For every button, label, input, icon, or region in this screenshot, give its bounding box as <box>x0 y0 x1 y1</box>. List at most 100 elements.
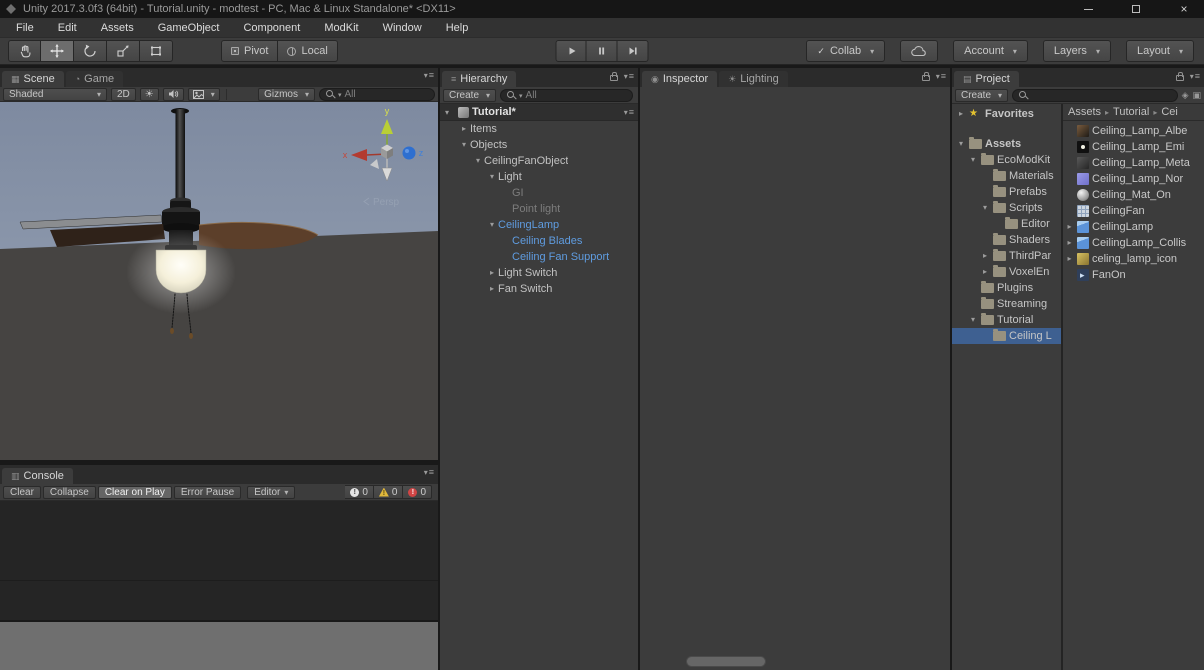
panel-menu-icon[interactable] <box>1190 72 1200 81</box>
menu-item[interactable]: Edit <box>46 18 89 37</box>
tab[interactable]: Scene <box>2 71 64 87</box>
tab[interactable]: Console <box>2 468 73 484</box>
rotate-tool-button[interactable] <box>74 40 107 62</box>
foldout-icon[interactable] <box>486 221 498 229</box>
foldout-icon[interactable] <box>980 268 990 276</box>
hierarchy-search-field[interactable]: All <box>500 89 633 102</box>
lock-icon[interactable] <box>922 75 930 81</box>
hierarchy-item[interactable]: Ceiling Blades <box>440 233 638 249</box>
console-count-badge[interactable]: 0 <box>374 485 404 499</box>
project-folder-row[interactable]: EcoModKit <box>952 152 1061 168</box>
step-button[interactable] <box>618 40 649 62</box>
account-button[interactable]: Account <box>953 40 1028 62</box>
maximize-button[interactable] <box>1130 3 1142 15</box>
project-file-row[interactable]: Ceiling_Mat_On <box>1063 187 1204 203</box>
foldout-icon[interactable] <box>956 110 966 118</box>
project-folder-row[interactable]: Scripts <box>952 200 1061 216</box>
play-button[interactable] <box>556 40 587 62</box>
menu-item[interactable]: Component <box>231 18 312 37</box>
hierarchy-item[interactable]: Light <box>440 169 638 185</box>
console-button[interactable]: Collapse <box>43 486 96 499</box>
shading-mode-dropdown[interactable]: Shaded <box>3 88 107 101</box>
breadcrumb-item[interactable]: Assets <box>1068 106 1101 118</box>
gizmos-dropdown[interactable]: Gizmos <box>258 88 315 101</box>
cloud-button[interactable] <box>900 40 938 62</box>
tab[interactable]: Game <box>66 71 123 87</box>
project-file-row[interactable]: Ceiling_Lamp_Emi <box>1063 139 1204 155</box>
foldout-icon[interactable] <box>445 108 455 117</box>
scene-audio-toggle-button[interactable] <box>163 88 184 101</box>
editor-log-dropdown[interactable]: Editor <box>247 486 295 499</box>
hierarchy-item[interactable]: GI <box>440 185 638 201</box>
foldout-icon[interactable] <box>458 141 470 149</box>
move-tool-button[interactable] <box>41 40 74 62</box>
hierarchy-item[interactable]: Light Switch <box>440 265 638 281</box>
pause-button[interactable] <box>587 40 618 62</box>
hierarchy-item[interactable]: Point light <box>440 201 638 217</box>
project-folder-row[interactable]: Materials <box>952 168 1061 184</box>
console-count-badge[interactable]: 0 <box>345 485 374 499</box>
hierarchy-item[interactable]: Fan Switch <box>440 281 638 297</box>
project-folder-row[interactable]: Tutorial <box>952 312 1061 328</box>
console-button[interactable]: Clear <box>3 486 41 499</box>
tab[interactable]: Project <box>954 71 1019 87</box>
foldout-icon[interactable] <box>956 140 966 148</box>
local-toggle-button[interactable]: Local <box>278 40 337 62</box>
tab[interactable]: Lighting <box>719 71 788 87</box>
console-count-badge[interactable]: 0 <box>403 485 432 499</box>
menu-item[interactable]: ModKit <box>312 18 370 37</box>
hierarchy-item[interactable]: CeilingFanObject <box>440 153 638 169</box>
hierarchy-item[interactable]: CeilingLamp <box>440 217 638 233</box>
pivot-toggle-button[interactable]: Pivot <box>221 40 278 62</box>
foldout-icon[interactable] <box>472 157 484 165</box>
hierarchy-item[interactable]: Objects <box>440 137 638 153</box>
search-by-label-icon[interactable]: ▣ <box>1192 91 1201 100</box>
console-splitter[interactable] <box>0 580 438 581</box>
project-file-row[interactable]: CeilingLamp_Collis <box>1063 235 1204 251</box>
foldout-icon[interactable] <box>980 204 990 212</box>
project-file-row[interactable]: Ceiling_Lamp_Meta <box>1063 155 1204 171</box>
project-file-row[interactable]: FanOn <box>1063 267 1204 283</box>
project-file-row[interactable]: CeilingLamp <box>1063 219 1204 235</box>
project-file-row[interactable]: CeilingFan <box>1063 203 1204 219</box>
rect-tool-button[interactable] <box>140 40 173 62</box>
layers-button[interactable]: Layers <box>1043 40 1111 62</box>
project-folder-row[interactable]: Favorites <box>952 106 1061 122</box>
foldout-icon[interactable] <box>968 316 978 324</box>
foldout-icon[interactable] <box>1065 239 1074 247</box>
panel-menu-icon[interactable] <box>424 468 434 477</box>
panel-menu-icon[interactable] <box>424 71 434 80</box>
scale-tool-button[interactable] <box>107 40 140 62</box>
foldout-icon[interactable] <box>486 269 498 277</box>
panel-menu-icon[interactable] <box>624 72 634 81</box>
scene-search-field[interactable]: All <box>319 88 435 101</box>
project-folder-row[interactable]: Prefabs <box>952 184 1061 200</box>
layout-button[interactable]: Layout <box>1126 40 1194 62</box>
2d-toggle-button[interactable]: 2D <box>111 88 136 101</box>
project-file-row[interactable]: Ceiling_Lamp_Albe <box>1063 123 1204 139</box>
project-file-row[interactable]: Ceiling_Lamp_Nor <box>1063 171 1204 187</box>
tab[interactable]: Hierarchy <box>442 71 516 87</box>
tab[interactable]: Inspector <box>642 71 717 87</box>
project-folder-row[interactable]: Plugins <box>952 280 1061 296</box>
project-folder-row[interactable]: VoxelEn <box>952 264 1061 280</box>
foldout-icon[interactable] <box>486 173 498 181</box>
project-folder-row[interactable]: Editor <box>952 216 1061 232</box>
menu-item[interactable]: File <box>4 18 46 37</box>
console-button[interactable]: Clear on Play <box>98 486 172 499</box>
foldout-icon[interactable] <box>486 285 498 293</box>
scene-effects-dropdown[interactable] <box>188 88 220 101</box>
scene-menu-icon[interactable] <box>624 108 634 117</box>
menu-item[interactable]: Assets <box>89 18 146 37</box>
hierarchy-item[interactable]: Ceiling Fan Support <box>440 249 638 265</box>
search-by-type-icon[interactable]: ◈ <box>1182 91 1189 100</box>
project-folder-row[interactable]: Ceiling L <box>952 328 1061 344</box>
foldout-icon[interactable] <box>968 156 978 164</box>
scene-viewport[interactable]: y x z Persp <box>0 102 438 460</box>
minimize-button[interactable] <box>1082 3 1094 15</box>
lock-icon[interactable] <box>610 75 618 81</box>
project-file-row[interactable]: celing_lamp_icon <box>1063 251 1204 267</box>
project-folder-row[interactable]: ThirdPar <box>952 248 1061 264</box>
scene-lighting-toggle-button[interactable] <box>140 88 159 101</box>
foldout-icon[interactable] <box>1065 255 1074 263</box>
